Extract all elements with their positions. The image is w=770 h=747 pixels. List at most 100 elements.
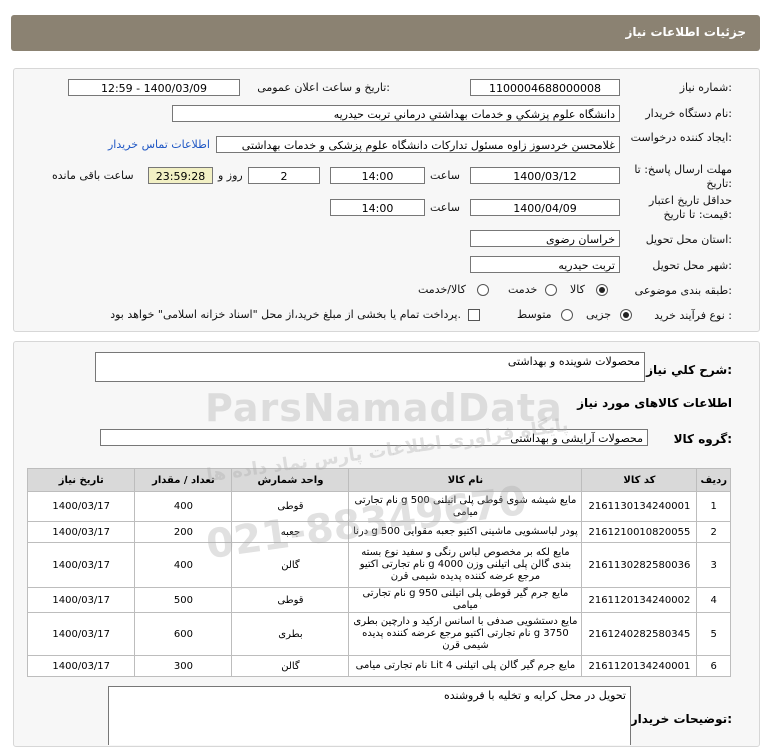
col-goods-code: کد کالا [581,468,698,492]
need-description-field: محصولات شوینده و بهداشتی [95,352,645,382]
province-label: استان محل تحویل: [645,233,732,246]
buyer-contact-link[interactable]: اطلاعات تماس خریدار [108,138,210,151]
announce-datetime-field: 1400/03/09 - 12:59 [68,79,240,96]
col-unit: واحد شمارش [231,468,350,492]
send-time-field: 14:00 [330,167,425,184]
goods-code: 2161120134240001 [581,655,698,677]
days-label: روز و [218,169,243,182]
goods-need-date: 1400/03/17 [26,587,136,613]
send-date-field: 1400/03/12 [470,167,620,184]
goods-code: 2161240282580345 [581,612,698,656]
buyer-notes-label: توضیحات خریدار: [630,712,732,726]
goods-name: مایع جرم گیر گالن پلی اتیلنی 4 Lit نام ت… [348,655,583,677]
page-title: جزئیات اطلاعات نیاز [625,25,746,39]
goods-need-date: 1400/03/17 [26,542,136,588]
category-option-goods: کالا [570,283,585,296]
city-field: تربت حیدریه [470,256,620,273]
goods-group-field: محصولات آرایشی و بهداشتی [100,429,648,446]
buyer-notes-field: تحویل در محل کرایه و تخلیه با فروشنده [108,686,631,745]
need-number-field: 1100004688000008 [470,79,620,96]
table-row: 1 2161130134240001 مایع شیشه شوی قوطی پل… [26,491,731,522]
table-row: 6 2161120134240001 مایع جرم گیر گالن پلی… [26,655,731,677]
row-number: 5 [696,612,731,656]
goods-qty: 600 [134,612,233,656]
buyer-org-field: دانشگاه علوم پزشکي و خدمات بهداشتي درمان… [172,105,620,122]
purchase-option-medium: متوسط [517,308,552,321]
purchase-radio-minor[interactable] [620,309,632,321]
days-field: 2 [248,167,320,184]
category-label: طبقه بندی موضوعی: [634,284,732,297]
goods-code: 2161130134240001 [581,491,698,522]
validity-date-field: 1400/04/09 [470,199,620,216]
goods-group-label: گروه کالا: [673,432,732,446]
purchase-type-label: نوع فرآیند خرید : [654,309,732,322]
province-field: خراسان رضوی [470,230,620,247]
goods-qty: 300 [134,655,233,677]
goods-table-header: ردیف کد کالا نام کالا واحد شمارش تعداد /… [26,468,731,492]
goods-unit: قوطی [231,587,350,613]
treasury-payment-note: پرداخت تمام یا بخشی از مبلغ خرید،از محل … [110,308,461,321]
need-description-text: محصولات شوینده و بهداشتی [507,355,640,368]
goods-qty: 200 [134,521,233,543]
category-option-goods-service: کالا/خدمت [418,283,466,296]
buyer-org-label: نام دستگاه خریدار: [645,107,732,120]
goods-name: مایع شیشه شوی قوطی پلی اتیلنی 500 g نام … [348,491,583,522]
city-label: شهر محل تحویل: [652,259,732,272]
table-row: 2 2161210010820055 پودر لباسشویی ماشینی … [26,521,731,543]
goods-name: مایع دستشویی صدفی با اسانس ارکید و دارچی… [348,612,583,656]
goods-name: پودر لباسشویی ماشینی اکتیو جعبه مقوایی 5… [348,521,583,543]
goods-table: ردیف کد کالا نام کالا واحد شمارش تعداد /… [26,468,731,677]
goods-unit: جعبه [231,521,350,543]
goods-need-date: 1400/03/17 [26,655,136,677]
goods-qty: 400 [134,542,233,588]
category-option-service: خدمت [508,283,538,296]
goods-unit: قوطی [231,491,350,522]
col-need-date: تاریخ نیاز [26,468,136,492]
table-row: 3 2161130282580036 مایع لکه بر مخصوص لبا… [26,542,731,588]
goods-qty: 400 [134,491,233,522]
goods-unit: بطری [231,612,350,656]
col-quantity: تعداد / مقدار [134,468,233,492]
goods-need-date: 1400/03/17 [26,521,136,543]
page-header: جزئیات اطلاعات نیاز [11,15,760,51]
goods-code: 2161130282580036 [581,542,698,588]
goods-need-date: 1400/03/17 [26,491,136,522]
validity-label: حداقل تاریخ اعتبار قیمت: تا تاریخ: [648,194,732,221]
validity-time-label: ساعت [430,201,460,214]
goods-code: 2161210010820055 [581,521,698,543]
buyer-notes-text: تحویل در محل کرایه و تخلیه با فروشنده [443,689,626,702]
col-row-number: ردیف [696,468,731,492]
table-row: 4 2161120134240002 مایع جرم گیر قوطی پلی… [26,587,731,613]
purchase-radio-medium[interactable] [561,309,573,321]
need-number-label: شماره نیاز: [679,81,732,94]
category-radio-goods[interactable] [596,284,608,296]
goods-unit: گالن [231,542,350,588]
treasury-payment-checkbox[interactable] [468,309,480,321]
goods-name: مایع لکه بر مخصوص لباس رنگی و سفید نوع ب… [348,542,583,588]
goods-name: مایع جرم گیر قوطی پلی اتیلنی 950 g نام ت… [348,587,583,613]
remaining-time-field: 23:59:28 [148,167,213,184]
remaining-label: ساعت باقی مانده [52,169,134,182]
row-number: 2 [696,521,731,543]
requester-field: غلامحسن خردسوز زاوه مسئول تدارکات دانشگا… [216,136,620,153]
goods-qty: 500 [134,587,233,613]
goods-unit: گالن [231,655,350,677]
table-row: 5 2161240282580345 مایع دستشویی صدفی با … [26,612,731,656]
goods-info-heading: اطلاعات کالاهای مورد نیاز [577,396,732,410]
announce-label: تاریخ و ساعت اعلان عمومی: [257,81,390,94]
category-radio-goods-service[interactable] [477,284,489,296]
goods-code: 2161120134240002 [581,587,698,613]
goods-need-date: 1400/03/17 [26,612,136,656]
category-radio-service[interactable] [545,284,557,296]
row-number: 3 [696,542,731,588]
row-number: 4 [696,587,731,613]
row-number: 6 [696,655,731,677]
requester-label: ایجاد کننده درخواست: [630,131,732,144]
need-description-label: شرح کلي نياز: [646,363,732,377]
col-goods-name: نام کالا [348,468,583,492]
row-number: 1 [696,491,731,522]
purchase-option-minor: جزیی [586,308,612,321]
validity-time-field: 14:00 [330,199,425,216]
send-deadline-label: مهلت ارسال پاسخ: تا تاریخ: [634,163,732,190]
send-time-label: ساعت [430,169,460,182]
